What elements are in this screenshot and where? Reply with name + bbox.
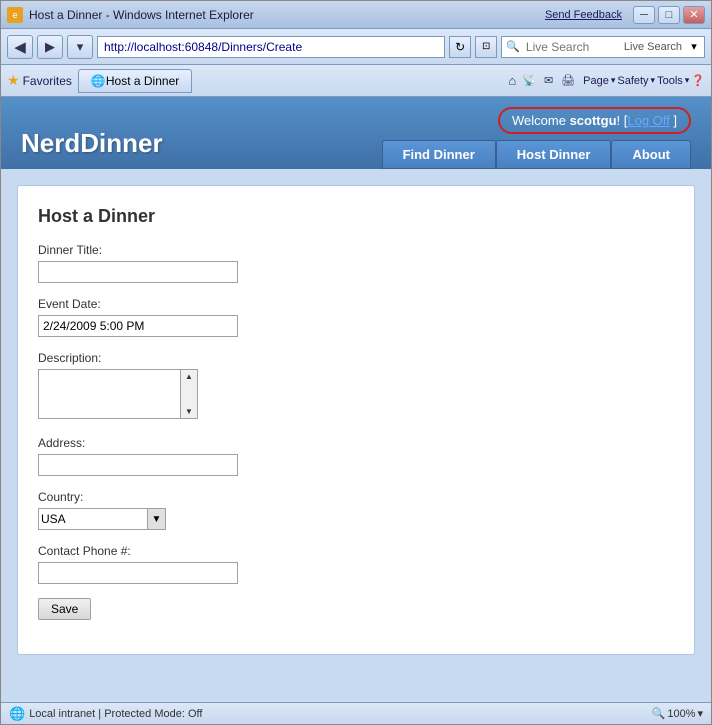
dinner-title-input[interactable]	[38, 261, 238, 283]
favorites-label: Favorites	[23, 74, 72, 88]
country-dropdown-icon[interactable]: ▼	[148, 508, 166, 530]
tab-host-dinner[interactable]: 🌐 Host a Dinner	[78, 69, 192, 93]
country-group: Country: USA UK Canada Australia ▼	[38, 490, 674, 530]
favorites-button[interactable]: ★ Favorites	[7, 72, 72, 89]
description-group: Description: ▲ ▼	[38, 351, 674, 422]
app-header: NerdDinner Welcome scottgu! [Log Off ] F…	[1, 97, 711, 169]
back-button[interactable]: ◀	[7, 35, 33, 59]
country-label: Country:	[38, 490, 674, 504]
page-content: NerdDinner Welcome scottgu! [Log Off ] F…	[1, 97, 711, 702]
tools-dropdown-icon: ▾	[685, 75, 690, 86]
home-icon[interactable]: ⌂	[508, 73, 516, 88]
status-bar: 🌐 Local intranet | Protected Mode: Off 🔍…	[1, 702, 711, 724]
help-icon: ❓	[691, 74, 705, 87]
send-feedback-link[interactable]: Send Feedback	[545, 9, 622, 21]
zoom-button[interactable]: 🔍 100% ▾	[652, 707, 703, 720]
app-logo: NerdDinner	[21, 128, 163, 169]
nav-tab-host-dinner[interactable]: Host Dinner	[496, 140, 612, 169]
refresh-button[interactable]: ↻	[449, 36, 471, 58]
tools-menu[interactable]: Tools ▾	[657, 75, 689, 87]
description-label: Description:	[38, 351, 674, 365]
content-wrapper: Host a Dinner Dinner Title: Event Date:	[17, 185, 695, 655]
live-search-icon: 🔍	[502, 40, 524, 53]
welcome-bar: Welcome scottgu! [Log Off ]	[498, 107, 691, 134]
compat-button[interactable]: ⊡	[475, 36, 497, 58]
help-button[interactable]: ❓	[691, 74, 705, 87]
event-date-input[interactable]	[38, 315, 238, 337]
address-group: Address:	[38, 436, 674, 476]
safety-label: Safety	[617, 75, 648, 87]
window-title: Host a Dinner - Windows Internet Explore…	[29, 8, 254, 22]
country-select-wrapper: USA UK Canada Australia ▼	[38, 508, 674, 530]
ie-icon: e	[7, 7, 23, 23]
contact-phone-label: Contact Phone #:	[38, 544, 674, 558]
live-search-label: Live Search	[624, 41, 684, 53]
maximize-button[interactable]: □	[658, 6, 680, 24]
page-menu[interactable]: Page ▾	[583, 75, 615, 87]
contact-phone-input[interactable]	[38, 562, 238, 584]
favorites-star-icon: ★	[7, 72, 20, 89]
main-content: Host a Dinner Dinner Title: Event Date:	[1, 169, 711, 702]
welcome-suffix: ! [	[617, 113, 628, 128]
address-bar: ◀ ▶ ▾ ↻ ⊡ 🔍 Live Search ▾	[1, 29, 711, 65]
close-button[interactable]: ✕	[683, 6, 705, 24]
address-input[interactable]	[97, 36, 445, 58]
nav-tab-find-dinner[interactable]: Find Dinner	[382, 140, 496, 169]
mail-icon[interactable]: ✉	[544, 74, 553, 87]
page-title: Host a Dinner	[38, 206, 674, 227]
dropdown-button[interactable]: ▾	[67, 35, 93, 59]
safety-menu[interactable]: Safety ▾	[617, 75, 655, 87]
scroll-down-icon[interactable]: ▼	[185, 407, 193, 416]
textarea-scrollbar: ▲ ▼	[180, 369, 198, 419]
save-button-group: Save	[38, 598, 674, 620]
toolbar: ★ Favorites 🌐 Host a Dinner ⌂ 📡 ✉ 🖨 Page…	[1, 65, 711, 97]
feeds-icon[interactable]: 📡	[522, 74, 536, 87]
contact-phone-group: Contact Phone #:	[38, 544, 674, 584]
description-input[interactable]	[38, 369, 198, 419]
status-right: 🔍 100% ▾	[652, 707, 703, 720]
nav-tab-about[interactable]: About	[611, 140, 691, 169]
event-date-label: Event Date:	[38, 297, 674, 311]
title-bar: e Host a Dinner - Windows Internet Explo…	[1, 1, 711, 29]
address-input[interactable]	[38, 454, 238, 476]
minimize-button[interactable]: ─	[633, 6, 655, 24]
event-date-group: Event Date:	[38, 297, 674, 337]
scroll-up-icon[interactable]: ▲	[185, 372, 193, 381]
tab-label: Host a Dinner	[106, 74, 179, 88]
safety-dropdown-icon: ▾	[651, 75, 656, 86]
zoom-dropdown-icon: ▾	[697, 707, 703, 720]
country-select[interactable]: USA UK Canada Australia	[38, 508, 148, 530]
search-input[interactable]	[524, 40, 624, 54]
save-button[interactable]: Save	[38, 598, 91, 620]
logoff-link[interactable]: Log Off	[627, 113, 669, 128]
search-go-button[interactable]: ▾	[684, 37, 704, 57]
forward-button[interactable]: ▶	[37, 35, 63, 59]
status-left: 🌐 Local intranet | Protected Mode: Off	[9, 706, 202, 722]
description-textarea-wrapper: ▲ ▼	[38, 369, 198, 422]
zoom-level: 100%	[667, 708, 695, 720]
welcome-prefix: Welcome	[512, 113, 570, 128]
tools-label: Tools	[657, 75, 683, 87]
status-globe-icon: 🌐	[9, 706, 25, 722]
page-dropdown-icon: ▾	[611, 75, 616, 86]
tab-icon: 🌐	[91, 74, 106, 88]
username: scottgu	[570, 113, 617, 128]
host-dinner-form: Dinner Title: Event Date: Description:	[38, 243, 674, 620]
print-icon[interactable]: 🖨	[561, 74, 575, 87]
page-label: Page	[583, 75, 609, 87]
toolbar-right: ⌂ 📡 ✉ 🖨 Page ▾ Safety ▾ Tools ▾ ❓	[508, 73, 705, 88]
logoff-suffix: ]	[670, 113, 677, 128]
status-zone: Local intranet | Protected Mode: Off	[29, 708, 202, 720]
zoom-icon: 🔍	[652, 707, 666, 720]
dinner-title-label: Dinner Title:	[38, 243, 674, 257]
search-box: 🔍 Live Search ▾	[501, 36, 705, 58]
address-label: Address:	[38, 436, 674, 450]
nav-tabs: Find Dinner Host Dinner About	[382, 140, 691, 169]
dinner-title-group: Dinner Title:	[38, 243, 674, 283]
